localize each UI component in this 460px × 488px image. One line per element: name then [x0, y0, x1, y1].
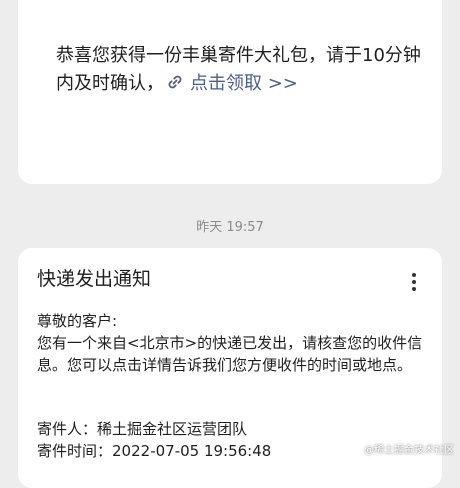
message-card-gift: 恭喜您获得一份丰巢寄件大礼包，请于10分钟内及时确认， 点击领取 >> [18, 0, 442, 184]
message-timestamp: 昨天 19:57 [196, 220, 264, 235]
time-label: 寄件时间： [37, 442, 113, 460]
more-vertical-icon[interactable] [402, 270, 426, 294]
claim-link-label: 点击领取 >> [190, 73, 298, 94]
sender-label: 寄件人： [37, 420, 98, 438]
claim-link[interactable]: 点击领取 >> [164, 73, 298, 94]
notification-title: 快递发出通知 [37, 268, 152, 290]
gift-message: 恭喜您获得一份丰巢寄件大礼包，请于10分钟内及时确认， 点击领取 >> [56, 42, 426, 98]
notification-body: 尊敬的客户: 您有一个来自<北京市>的快递已发出，请核查您的收件信息。您可以点击… [37, 310, 429, 376]
link-icon [168, 75, 182, 89]
body-text: 您有一个来自<北京市>的快递已发出，请核查您的收件信息。您可以点击详情告诉我们您… [37, 334, 423, 374]
greeting-text: 尊敬的客户: [37, 312, 118, 330]
watermark: @稀土掘金技术社区 [364, 445, 454, 456]
time-value: 2022-07-05 19:56:48 [112, 442, 272, 460]
sender-row: 寄件人：稀土掘金社区运营团队 [37, 418, 429, 440]
sender-value: 稀土掘金社区运营团队 [97, 420, 248, 438]
